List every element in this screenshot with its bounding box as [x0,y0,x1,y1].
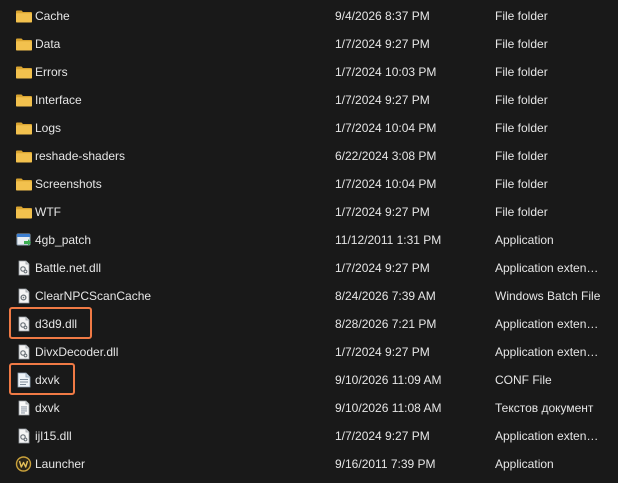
file-name: ClearNPCScanCache [35,289,152,303]
file-date-modified: 11/12/2011 1:31 PM [335,233,442,247]
folder-icon [15,92,33,108]
file-list: Cache 9/4/2026 8:37 PM File folder Data 1/7/… [0,2,618,478]
dll-file-icon [15,344,33,360]
file-row[interactable]: Screenshots 1/7/2024 10:04 PM File folder [0,170,618,198]
file-type: Application extension [495,261,603,275]
file-name: WTF [35,205,61,219]
file-name: ijl15.dll [35,429,72,443]
file-date-modified: 1/7/2024 9:27 PM [335,37,430,51]
file-date-modified: 9/10/2026 11:09 AM [335,373,442,387]
file-type: Текстов документ [495,401,594,415]
dll-file-icon [15,260,33,276]
file-row[interactable]: Cache 9/4/2026 8:37 PM File folder [0,2,618,30]
dll-file-icon [15,316,33,332]
file-type: File folder [495,93,548,107]
file-row[interactable]: Launcher 9/16/2011 7:39 PM Application [0,450,618,478]
file-row[interactable]: Errors 1/7/2024 10:03 PM File folder [0,58,618,86]
file-row[interactable]: dxvk 9/10/2026 11:09 AM CONF File [0,366,618,394]
file-row[interactable]: reshade-shaders 6/22/2024 3:08 PM File fol… [0,142,618,170]
file-date-modified: 9/10/2026 11:08 AM [335,401,442,415]
file-type: File folder [495,37,548,51]
folder-icon [15,120,33,136]
file-type: Application [495,457,554,471]
file-date-modified: 1/7/2024 9:27 PM [335,429,430,443]
batch-file-icon [15,288,33,304]
folder-icon [15,64,33,80]
file-date-modified: 1/7/2024 10:03 PM [335,65,437,79]
file-name: Errors [35,65,68,79]
file-row[interactable]: Data 1/7/2024 9:27 PM File folder [0,30,618,58]
text-file-icon [15,400,33,416]
conf-file-icon [15,372,33,388]
file-type: Application [495,233,554,247]
file-type: Application extension [495,317,603,331]
file-name: d3d9.dll [35,317,78,331]
file-row[interactable]: dxvk 9/10/2026 11:08 AM Текстов документ [0,394,618,422]
file-date-modified: 8/24/2026 7:39 AM [335,289,436,303]
file-date-modified: 1/7/2024 9:27 PM [335,261,430,275]
file-name: Data [35,37,61,51]
file-type: File folder [495,149,548,163]
file-name: Cache [35,9,70,23]
file-type: CONF File [495,373,552,387]
file-name: dxvk [35,401,60,415]
file-row[interactable]: Battle.net.dll 1/7/2024 9:27 PM Applicatio… [0,254,618,282]
file-name: Launcher [35,457,86,471]
file-name: DivxDecoder.dll [35,345,119,359]
dll-file-icon [15,428,33,444]
file-row[interactable]: Interface 1/7/2024 9:27 PM File folder [0,86,618,114]
file-date-modified: 1/7/2024 10:04 PM [335,121,437,135]
file-row[interactable]: Logs 1/7/2024 10:04 PM File folder [0,114,618,142]
file-name: Battle.net.dll [35,261,102,275]
file-row[interactable]: d3d9.dll 8/28/2026 7:21 PM Application ext… [0,310,618,338]
file-name: Screenshots [35,177,102,191]
folder-icon [15,36,33,52]
file-date-modified: 9/4/2026 8:37 PM [335,9,430,23]
file-name: 4gb_patch [35,233,92,247]
file-type: File folder [495,121,548,135]
file-date-modified: 8/28/2026 7:21 PM [335,317,437,331]
file-row[interactable]: WTF 1/7/2024 9:27 PM File folder [0,198,618,226]
file-date-modified: 1/7/2024 9:27 PM [335,345,430,359]
launcher-icon [15,456,33,472]
file-type: File folder [495,205,548,219]
file-name: reshade-shaders [35,149,126,163]
file-date-modified: 1/7/2024 9:27 PM [335,205,430,219]
file-type: Application extension [495,345,603,359]
file-type: File folder [495,9,548,23]
folder-icon [15,8,33,24]
file-row[interactable]: 4gb_patch 11/12/2011 1:31 PM Application [0,226,618,254]
file-date-modified: 9/16/2011 7:39 PM [335,457,436,471]
file-date-modified: 1/7/2024 9:27 PM [335,93,430,107]
folder-icon [15,204,33,220]
folder-icon [15,148,33,164]
file-type: File folder [495,65,548,79]
folder-icon [15,176,33,192]
file-name: dxvk [35,373,60,387]
file-row[interactable]: ijl15.dll 1/7/2024 9:27 PM Application ext… [0,422,618,450]
file-type: Windows Batch File [495,289,601,303]
file-date-modified: 6/22/2024 3:08 PM [335,149,437,163]
file-date-modified: 1/7/2024 10:04 PM [335,177,437,191]
file-type: Application extension [495,429,603,443]
file-type: File folder [495,177,548,191]
file-row[interactable]: ClearNPCScanCache 8/24/2026 7:39 AM Window… [0,282,618,310]
file-name: Logs [35,121,62,135]
application-icon [15,232,33,248]
file-row[interactable]: DivxDecoder.dll 1/7/2024 9:27 PM Applicati… [0,338,618,366]
file-name: Interface [35,93,82,107]
